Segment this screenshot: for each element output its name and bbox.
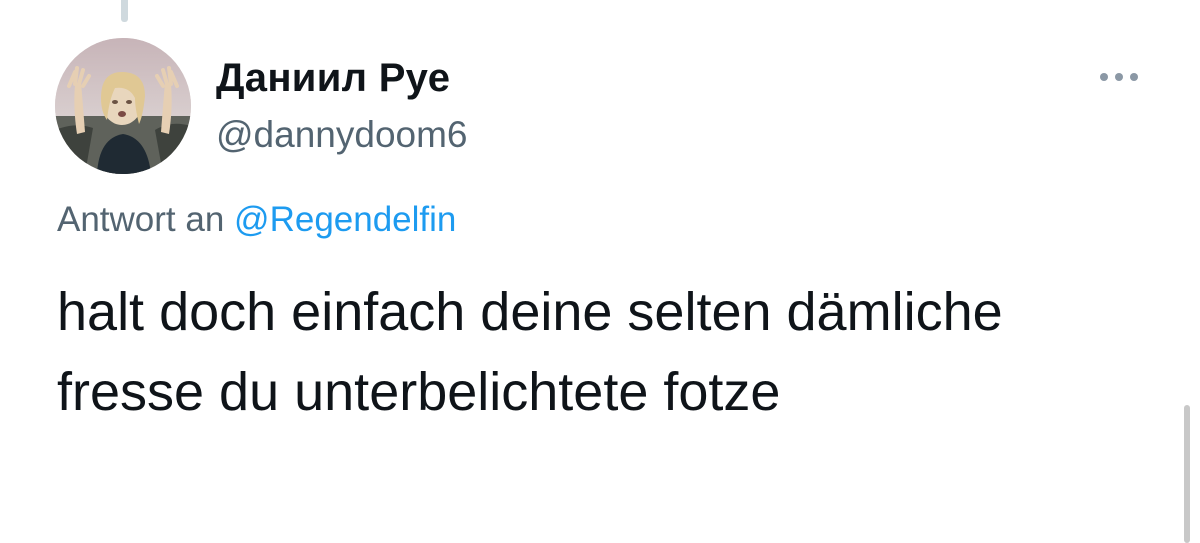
reply-prefix-label: Antwort an bbox=[57, 200, 225, 239]
author-display-name[interactable]: Даниил Руе bbox=[216, 54, 468, 102]
scrollbar-thumb[interactable] bbox=[1184, 405, 1190, 543]
avatar[interactable] bbox=[55, 38, 191, 174]
thread-connector-line bbox=[121, 0, 128, 22]
author-handle[interactable]: @dannydoom6 bbox=[216, 112, 468, 158]
reply-context: Antwort an @Regendelfin bbox=[57, 196, 456, 244]
more-options-button[interactable] bbox=[1094, 62, 1144, 92]
avatar-image bbox=[55, 38, 191, 174]
tweet-header: Даниил Руе @dannydoom6 bbox=[216, 54, 468, 158]
more-horizontal-icon bbox=[1100, 73, 1138, 81]
tweet-text: halt doch einfach deine selten dämliche … bbox=[57, 282, 1003, 422]
reply-to-mention-link[interactable]: @Regendelfin bbox=[234, 200, 456, 239]
